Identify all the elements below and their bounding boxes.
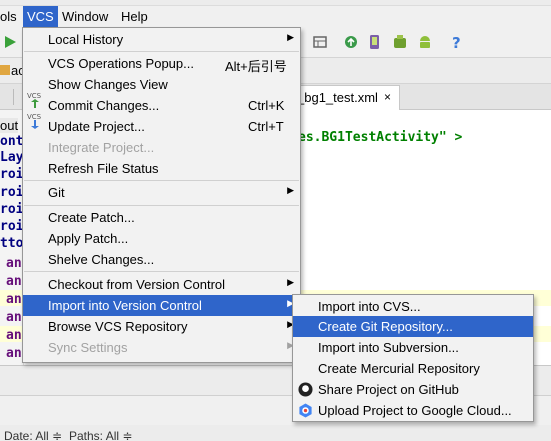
- menu-item-label: Apply Patch...: [48, 231, 129, 246]
- menu-item-label: Browse VCS Repository: [48, 319, 188, 334]
- menu-item-label: Create Patch...: [48, 210, 135, 225]
- vcs-log-filter-bar: Date: All ≑ Paths: All ≑: [0, 425, 551, 441]
- ide-window: ols VCS Window Help ? ac _bg1_test.xml ×…: [0, 0, 551, 441]
- menu-item-label: Checkout from Version Control: [48, 277, 226, 292]
- github-icon: [298, 382, 313, 397]
- menu-item-label: Refresh File Status: [48, 161, 159, 176]
- vcs-menu: Local History ▶ VCS Operations Popup... Alt…: [22, 27, 301, 363]
- menu-item-label: Git: [48, 185, 65, 200]
- code-line-fragment: an: [6, 256, 22, 271]
- menu-window[interactable]: Window: [62, 9, 108, 24]
- menu-item-refresh-file-status[interactable]: Refresh File Status: [23, 158, 300, 179]
- close-icon[interactable]: ×: [384, 90, 391, 104]
- code-line-fragment: roi: [0, 167, 24, 182]
- structure-label: out: [0, 118, 19, 133]
- code-line-fragment: an: [6, 346, 22, 361]
- menu-item-label: Local History: [48, 32, 124, 47]
- submenu-item-create-git-repository[interactable]: Create Git Repository...: [293, 316, 533, 337]
- menu-item-integrate-project: Integrate Project...: [23, 137, 300, 158]
- menu-item-shortcut: Ctrl+K: [248, 98, 285, 113]
- code-line-fragment: roi: [0, 185, 24, 200]
- menu-item-shelve-changes[interactable]: Shelve Changes...: [23, 249, 300, 270]
- menu-item-import-into-vcs[interactable]: Import into Version Control ▶: [23, 295, 300, 316]
- menu-item-label: Create Git Repository...: [318, 319, 453, 334]
- menu-item-label: Create Mercurial Repository: [318, 361, 480, 376]
- menu-item-create-patch[interactable]: Create Patch...: [23, 207, 300, 228]
- menu-item-label: Sync Settings: [48, 340, 128, 355]
- run-icon[interactable]: [2, 34, 18, 50]
- structure-icon[interactable]: [312, 34, 328, 50]
- submenu-item-create-mercurial-repository[interactable]: Create Mercurial Repository: [293, 358, 533, 379]
- menu-item-browse-vcs-repository[interactable]: Browse VCS Repository ▶: [23, 316, 300, 337]
- svg-text:?: ?: [452, 34, 461, 50]
- folder-icon: [0, 65, 10, 75]
- menu-item-label: Show Changes View: [48, 77, 168, 92]
- svg-text:VCS: VCS: [27, 92, 42, 100]
- menu-separator: [24, 271, 299, 272]
- code-line-fragment: roi: [0, 202, 24, 217]
- menu-item-label: Integrate Project...: [48, 140, 155, 155]
- vcs-update-icon: VCS: [27, 113, 42, 129]
- sdk-manager-icon[interactable]: [392, 34, 408, 50]
- avd-manager-icon[interactable]: [367, 34, 383, 50]
- menu-item-checkout-from-vcs[interactable]: Checkout from Version Control ▶: [23, 274, 300, 295]
- submenu-item-import-into-subversion[interactable]: Import into Subversion...: [293, 337, 533, 358]
- submenu-item-share-project-on-github[interactable]: Share Project on GitHub: [293, 379, 533, 400]
- menu-item-label: Share Project on GitHub: [318, 382, 459, 397]
- code-line-fragment: ont: [0, 134, 24, 149]
- menu-item-commit-changes[interactable]: Commit Changes... Ctrl+K VCS: [23, 92, 300, 116]
- menu-item-vcs-operations-popup[interactable]: VCS Operations Popup... Alt+后引号: [23, 53, 300, 74]
- submenu-arrow-icon: ▶: [287, 277, 294, 287]
- submenu-item-import-into-cvs[interactable]: Import into CVS...: [293, 296, 533, 317]
- code-line-fragment: Lay: [0, 150, 24, 165]
- tab-label: _bg1_test.xml: [297, 90, 378, 105]
- submenu-arrow-icon: ▶: [287, 32, 294, 42]
- menu-item-shortcut: Alt+后引号: [225, 59, 287, 74]
- menu-separator: [24, 205, 299, 206]
- code-line-fragment: tto: [0, 236, 24, 251]
- menu-separator: [24, 180, 299, 181]
- submenu-item-upload-to-google-cloud[interactable]: Upload Project to Google Cloud...: [293, 400, 533, 421]
- code-line-fragment: an: [6, 310, 22, 325]
- menu-item-label: Update Project...: [48, 119, 145, 134]
- menu-item-label: Import into Subversion...: [318, 340, 459, 355]
- menu-item-sync-settings: Sync Settings ▶: [23, 337, 300, 358]
- android-icon[interactable]: [417, 34, 433, 50]
- menu-bar: ols VCS Window Help: [0, 6, 551, 28]
- menu-help[interactable]: Help: [121, 9, 148, 24]
- menu-item-shortcut: Ctrl+T: [248, 119, 284, 134]
- svg-text:VCS: VCS: [27, 113, 42, 121]
- menu-item-apply-patch[interactable]: Apply Patch...: [23, 228, 300, 249]
- menu-tools[interactable]: ols: [0, 9, 17, 24]
- menu-item-show-changes-view[interactable]: Show Changes View: [23, 74, 300, 95]
- menu-item-label: Import into CVS...: [318, 299, 421, 314]
- menu-item-label: Shelve Changes...: [48, 252, 155, 267]
- code-line-fragment: an: [6, 292, 22, 307]
- sync-icon[interactable]: [343, 34, 359, 50]
- help-icon[interactable]: ?: [449, 34, 465, 50]
- code-line-fragment: roi: [0, 219, 24, 234]
- paths-filter[interactable]: Paths: All ≑: [69, 429, 132, 441]
- menu-item-label: Commit Changes...: [48, 98, 160, 113]
- code-line-fragment: an: [6, 274, 22, 289]
- menu-item-label: Upload Project to Google Cloud...: [318, 403, 512, 418]
- submenu-arrow-icon: ▶: [287, 185, 294, 195]
- vcs-commit-icon: VCS: [27, 92, 42, 108]
- code-text: es.BG1TestActivity" >: [298, 130, 463, 145]
- menu-item-update-project[interactable]: Update Project... Ctrl+T VCS: [23, 113, 300, 137]
- menu-vcs[interactable]: VCS: [23, 6, 58, 28]
- menu-item-label: VCS Operations Popup...: [48, 56, 194, 71]
- google-cloud-icon: [299, 403, 312, 418]
- menu-item-git[interactable]: Git ▶: [23, 182, 300, 203]
- code-line-fragment: an: [6, 328, 22, 343]
- import-into-vcs-submenu: Import into CVS... Create Git Repository.…: [292, 294, 534, 422]
- date-filter[interactable]: Date: All ≑: [4, 429, 62, 441]
- tab-stub[interactable]: [0, 89, 14, 105]
- menu-separator: [24, 51, 299, 52]
- menu-item-label: Import into Version Control: [48, 298, 202, 313]
- menu-item-local-history[interactable]: Local History ▶: [23, 29, 300, 50]
